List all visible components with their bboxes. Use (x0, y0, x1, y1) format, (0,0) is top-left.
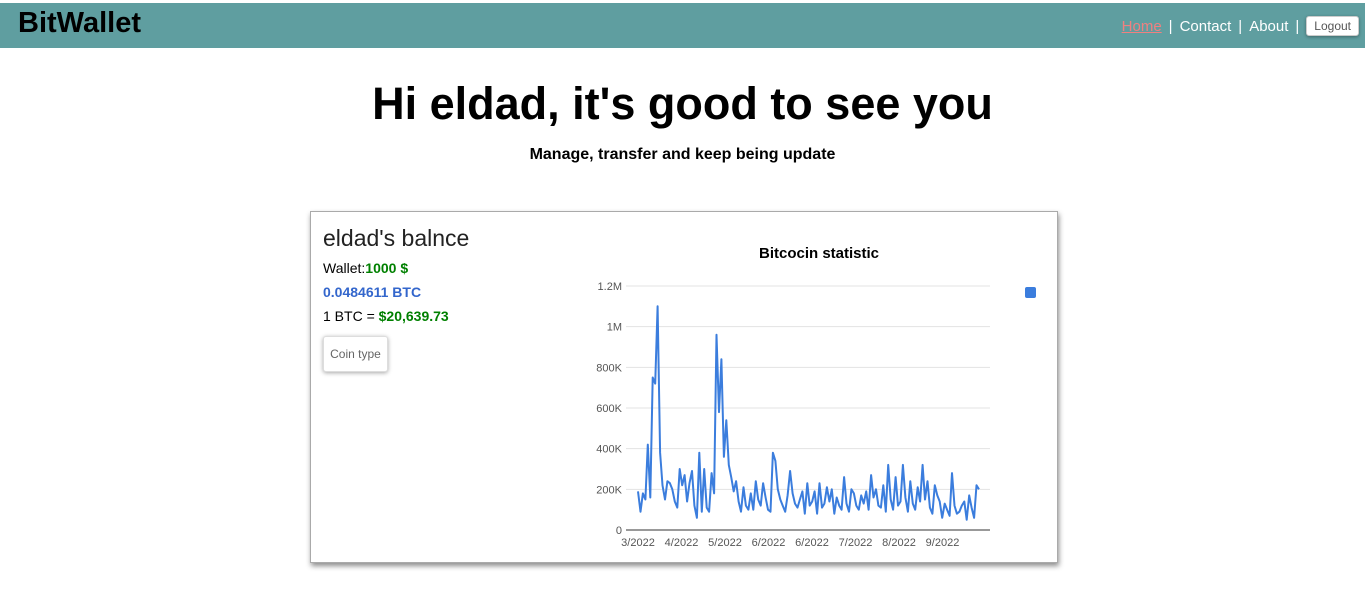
nav-about-link[interactable]: About (1249, 18, 1288, 35)
rate-line: 1 BTC = $20,639.73 (323, 308, 449, 324)
brand-logo: BitWallet (18, 7, 141, 39)
page-title: Hi eldad, it's good to see you (372, 78, 993, 129)
x-tick-label: 5/2022 (708, 537, 742, 549)
logout-button[interactable]: Logout (1306, 16, 1359, 36)
wallet-value: 1000 $ (365, 260, 409, 276)
nav-separator: | (1168, 17, 1173, 35)
chart-y-axis: 0 200K 400K 600K 800K 1M 1.2M (596, 281, 622, 537)
legend-swatch (1025, 287, 1036, 298)
y-tick-label: 200K (596, 484, 622, 496)
nav-contact-link[interactable]: Contact (1180, 18, 1232, 35)
wallet-label: Wallet: (323, 260, 366, 276)
x-tick-label: 9/2022 (926, 537, 960, 549)
x-tick-label: 3/2022 (621, 537, 655, 549)
x-tick-label: 7/2022 (839, 537, 873, 549)
chart-x-axis: 3/2022 4/2022 5/2022 6/2022 6/2022 7/2022 8/20… (621, 537, 959, 549)
y-tick-label: 600K (596, 403, 622, 415)
balance-title: eldad's balnce (323, 225, 470, 251)
y-tick-label: 800K (596, 362, 622, 374)
wallet-line: Wallet:1000 $ (323, 260, 408, 276)
btc-value: 0.0484611 BTC (323, 284, 422, 300)
page-subtitle: Manage, transfer and keep being update (529, 146, 836, 163)
bitcoin-chart: Bitcocin statistic 0 200K 400K 600K 800K 1M 1.… (596, 245, 1036, 549)
y-tick-label: 1M (607, 322, 622, 334)
rate-label: 1 BTC = (323, 308, 379, 324)
nav-separator: | (1238, 17, 1243, 35)
x-tick-label: 4/2022 (665, 537, 699, 549)
nav-links: Home | Contact | About | Logout (1122, 16, 1359, 36)
chart-plot-area (637, 305, 980, 521)
y-tick-label: 1.2M (598, 281, 622, 293)
rate-value: $20,639.73 (378, 308, 449, 324)
top-navbar: BitWallet Home | Contact | About | Logou… (0, 3, 1365, 48)
x-tick-label: 8/2022 (882, 537, 916, 549)
nav-home-link[interactable]: Home (1122, 18, 1162, 35)
x-tick-label: 6/2022 (752, 537, 786, 549)
chart-legend (1025, 287, 1036, 298)
balance-card: eldad's balnce Wallet:1000 $ 0.0484611 B… (310, 211, 1058, 563)
chart-title: Bitcocin statistic (759, 245, 879, 262)
series-line (637, 305, 980, 521)
x-tick-label: 6/2022 (795, 537, 829, 549)
y-tick-label: 0 (616, 525, 622, 537)
coin-type-button[interactable]: Coin type (323, 336, 388, 372)
nav-separator: | (1295, 17, 1300, 35)
y-tick-label: 400K (596, 444, 622, 456)
